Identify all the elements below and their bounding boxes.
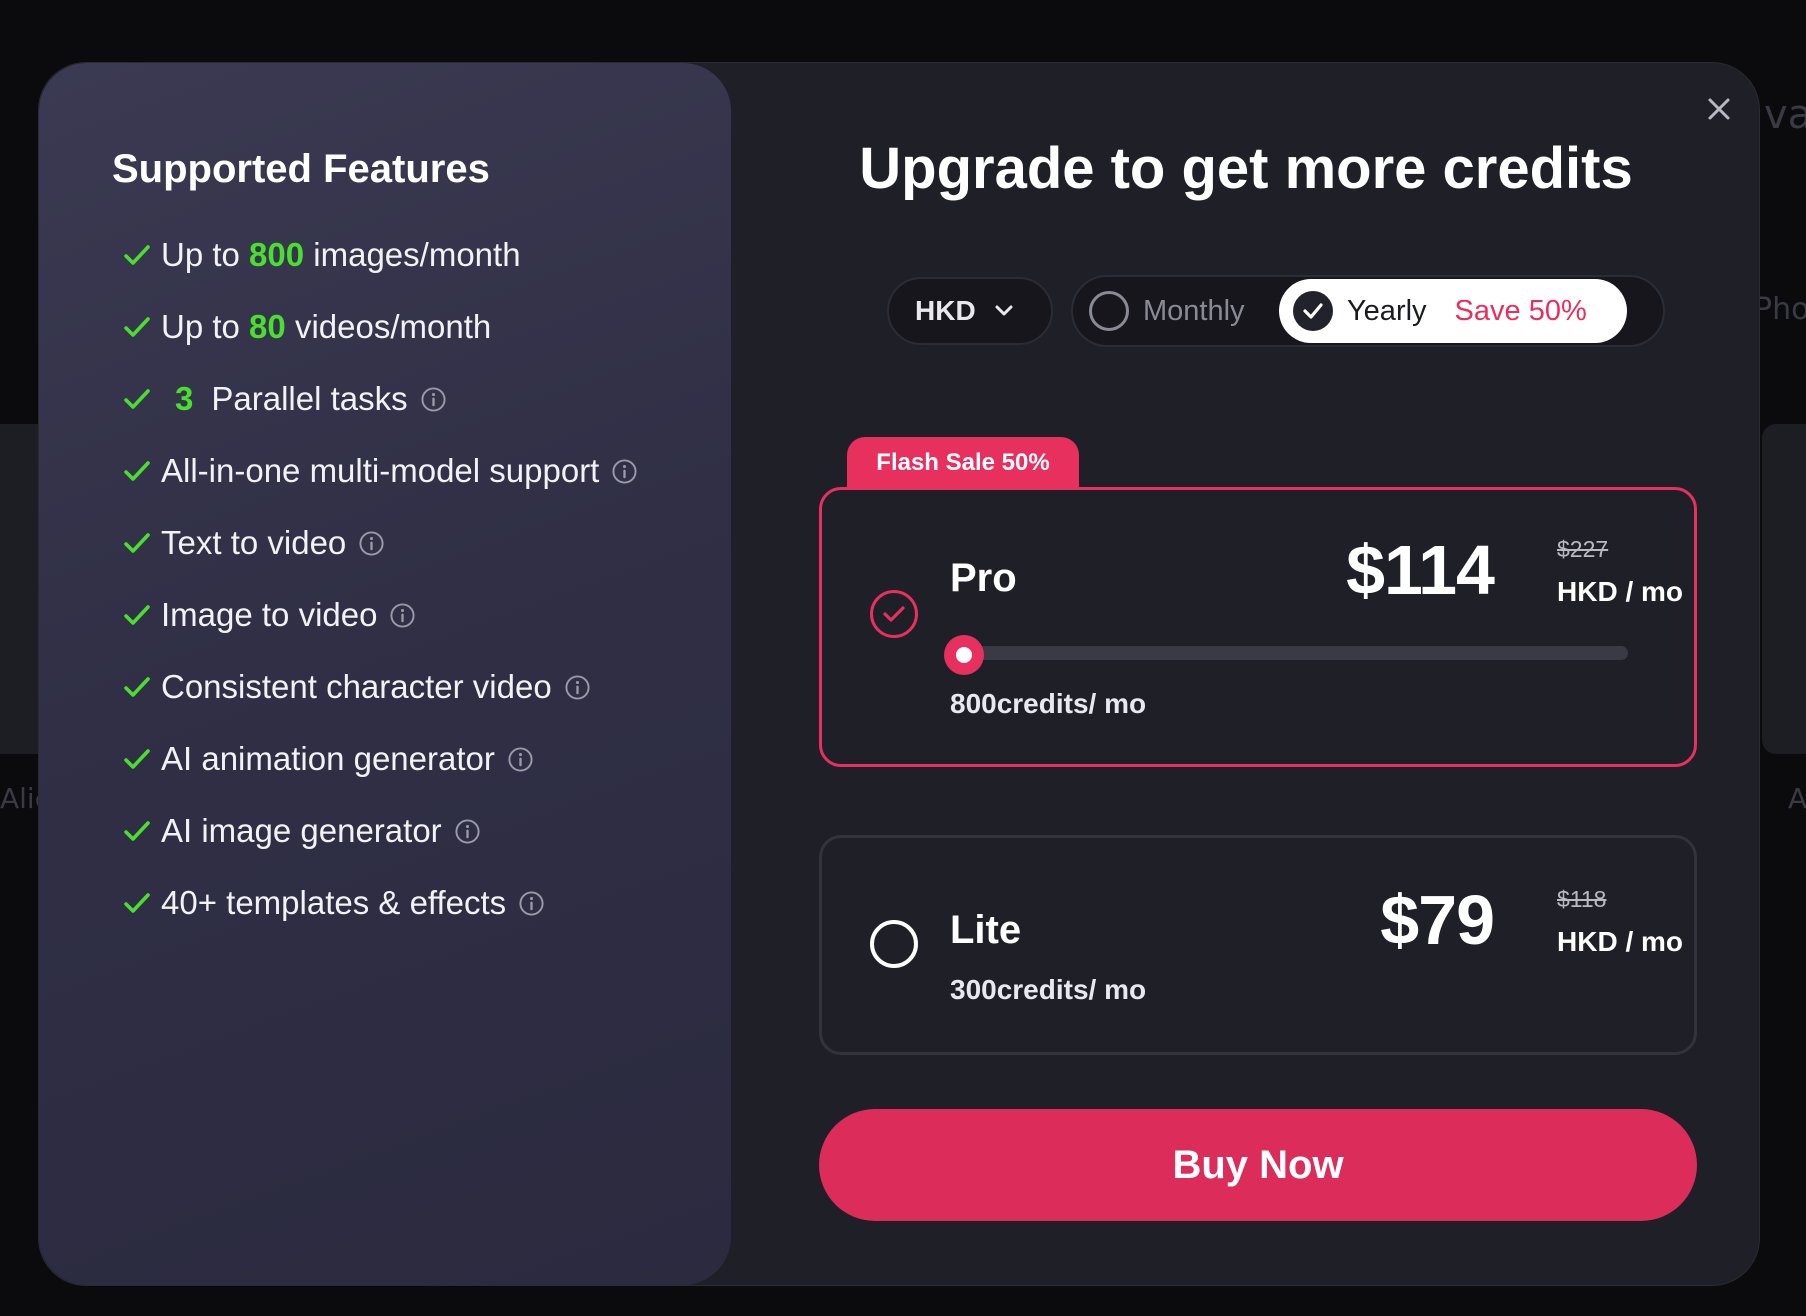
checkmark-icon [124,533,150,553]
checkmark-icon [124,605,150,625]
feature-item: 3 Parallel tasks [121,363,638,435]
radio-unchecked-icon [870,920,918,968]
billing-period-toggle: Monthly Yearly Save 50% [1071,275,1665,347]
feature-item: AI animation generator [121,723,638,795]
plan-credits: 800credits/ mo [950,688,1147,719]
feature-text: Text to video [161,524,347,561]
info-icon[interactable] [420,386,447,413]
checkmark-icon [124,389,150,409]
info-icon[interactable] [454,818,481,845]
plan-card-lite[interactable]: Lite $79 $118 HKD / mo 300credits/ mo [819,835,1697,1055]
plan-period: HKD / mo [1557,576,1683,607]
plan-old-price: $118 [1557,886,1607,912]
checkmark-icon [124,245,150,265]
check-circle-icon [1293,291,1333,331]
feature-text: Image to video [161,596,378,633]
checkmark-icon [124,821,150,841]
feature-text: Parallel tasks [211,380,408,417]
radio-unchecked-icon [1089,291,1129,331]
info-icon[interactable] [358,530,385,557]
features-title: Supported Features [112,147,490,191]
feature-text: AI image generator [161,812,442,849]
feature-text: images/month [313,236,521,273]
info-icon[interactable] [389,602,416,629]
upgrade-modal: Supported Features Up to 800 images/mont… [38,62,1760,1286]
feature-highlight: 800 [249,236,305,273]
background-card-right [1762,424,1806,754]
save-badge: Save 50% [1454,294,1587,327]
billing-yearly-label: Yearly [1347,294,1427,327]
chevron-down-icon [995,305,1013,316]
plan-price: $114 [1346,531,1495,609]
plan-price: $79 [1380,881,1495,959]
close-icon [1708,98,1730,120]
features-panel: Supported Features Up to 800 images/mont… [39,63,731,1285]
currency-value: HKD [915,295,976,326]
info-icon[interactable] [611,458,638,485]
feature-list: Up to 800 images/month Up to 80 videos/mo… [121,219,638,939]
billing-option-monthly[interactable]: Monthly [1089,277,1245,345]
feature-item: 40+ templates & effects [121,867,638,939]
info-icon[interactable] [507,746,534,773]
buy-now-button[interactable]: Buy Now [819,1109,1697,1221]
close-button[interactable] [1701,91,1737,127]
plan-name: Pro [950,556,1017,600]
feature-item: AI image generator [121,795,638,867]
checkmark-icon [124,677,150,697]
info-icon[interactable] [564,674,591,701]
feature-prefix: Up to [161,236,240,273]
billing-monthly-label: Monthly [1143,294,1245,327]
feature-text: videos/month [294,308,492,345]
feature-item: Consistent character video [121,651,638,723]
modal-title: Upgrade to get more credits [859,136,1633,201]
checkmark-icon [124,461,150,481]
flash-sale-badge: Flash Sale 50% [847,437,1079,489]
feature-item: All-in-one multi-model support [121,435,638,507]
checkmark-icon [124,893,150,913]
feature-item: Image to video [121,579,638,651]
checkmark-icon [124,749,150,769]
background-text-fragment: Pho [1754,292,1806,327]
radio-checked-icon [870,590,918,638]
background-text-fragment: vat [1764,92,1806,138]
feature-highlight: 80 [249,308,286,345]
checkmark-icon [124,317,150,337]
feature-text: Consistent character video [161,668,552,705]
plan-card-pro[interactable]: Pro $114 $227 HKD / mo 800credits/ mo [819,487,1697,767]
feature-item: Up to 800 images/month [121,219,638,291]
background-card-left [0,424,40,754]
plan-period: HKD / mo [1557,926,1683,957]
feature-prefix: Up to [161,308,240,345]
feature-item: Up to 80 videos/month [121,291,638,363]
feature-text: AI animation generator [161,740,495,777]
credits-slider-thumb[interactable] [944,635,984,675]
info-icon[interactable] [518,890,545,917]
credits-slider-track[interactable] [960,646,1628,660]
billing-option-yearly[interactable]: Yearly Save 50% [1279,279,1627,343]
plan-old-price: $227 [1557,536,1609,562]
background-text-fragment: A [1788,782,1806,815]
feature-text: All-in-one multi-model support [161,452,600,489]
plan-name: Lite [950,908,1022,952]
feature-text: 40+ templates & effects [161,884,507,921]
plan-credits: 300credits/ mo [950,974,1147,1005]
feature-highlight: 3 [175,380,194,417]
feature-item: Text to video [121,507,638,579]
currency-select[interactable]: HKD [887,277,1053,345]
